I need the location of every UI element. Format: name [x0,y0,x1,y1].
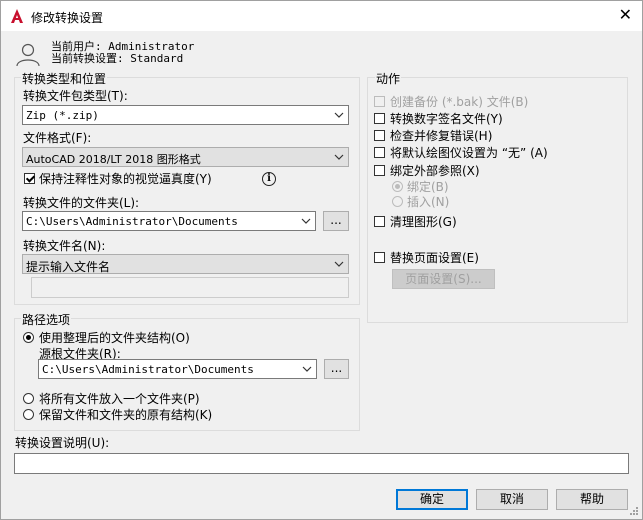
page-setup-button: 页面设置(S)... [392,269,495,289]
file-format-select[interactable]: AutoCAD 2018/LT 2018 图形格式 [22,147,349,167]
folder-value: C:\Users\Administrator\Documents [26,215,238,228]
convert-settings-dialog: 修改转换设置 ✕ 当前用户: Administrator 当前转换设置: Sta… [0,0,643,520]
keep-structure-label[interactable]: 保留文件和文件夹的原有结构(K) [39,406,212,423]
create-backup-checkbox [374,96,385,107]
close-icon[interactable]: ✕ [619,7,632,23]
replace-page-setup-label[interactable]: 替换页面设置(E) [390,249,479,266]
autocad-logo-icon [11,9,23,23]
bind-radio [392,181,403,192]
keep-annotative-checkbox[interactable] [24,173,35,184]
description-label: 转换设置说明(U): [15,436,110,450]
folder-select[interactable]: C:\Users\Administrator\Documents [22,211,316,231]
file-name-input [31,277,349,298]
user-icon [16,43,40,67]
source-root-value: C:\Users\Administrator\Documents [42,363,254,376]
folder-browse-button[interactable]: ... [323,211,349,231]
chevron-down-icon [334,154,344,160]
type-location-group-label: 转换类型和位置 [21,70,108,87]
default-plotter-label[interactable]: 将默认绘图仪设置为 “无” (A) [390,144,548,161]
use-organized-label[interactable]: 使用整理后的文件夹结构(O) [39,329,190,346]
resize-grip-icon[interactable] [627,504,639,516]
default-plotter-checkbox[interactable] [374,147,385,158]
package-type-select[interactable]: Zip (*.zip) [22,105,349,125]
purge-label[interactable]: 清理图形(G) [390,213,457,230]
current-setting-text: 当前转换设置: Standard [51,52,184,65]
single-folder-label[interactable]: 将所有文件放入一个文件夹(P) [39,390,200,407]
digital-signature-label[interactable]: 转换数字签名文件(Y) [390,110,503,127]
description-input[interactable] [14,453,629,474]
package-type-label: 转换文件包类型(T): [23,89,128,103]
chevron-down-icon [334,261,344,267]
replace-page-setup-checkbox[interactable] [374,252,385,263]
audit-label[interactable]: 检查并修复错误(H) [390,127,492,144]
ok-button[interactable]: 确定 [396,489,468,510]
insert-label: 插入(N) [407,195,450,209]
path-options-group-label: 路径选项 [21,311,72,328]
chevron-down-icon [301,218,311,224]
digital-signature-checkbox[interactable] [374,113,385,124]
chevron-down-icon [334,112,344,118]
file-name-value: 提示输入文件名 [26,260,111,274]
chevron-down-icon [302,366,312,372]
file-name-select[interactable]: 提示输入文件名 [22,254,349,274]
package-type-value: Zip (*.zip) [26,109,99,122]
keep-annotative-label[interactable]: 保持注释性对象的视觉逼真度(Y) [39,170,212,187]
source-root-select[interactable]: C:\Users\Administrator\Documents [38,359,317,379]
file-format-label: 文件格式(F): [23,131,92,145]
help-button[interactable]: 帮助 [556,489,628,510]
purge-checkbox[interactable] [374,216,385,227]
title-bar: 修改转换设置 ✕ [1,1,642,31]
keep-structure-radio[interactable] [23,409,34,420]
file-format-value: AutoCAD 2018/LT 2018 图形格式 [26,153,201,166]
source-root-browse-button[interactable]: ... [324,359,349,379]
window-title: 修改转换设置 [31,11,104,25]
insert-radio [392,196,403,207]
cancel-button[interactable]: 取消 [476,489,548,510]
single-folder-radio[interactable] [23,393,34,404]
file-name-label: 转换文件名(N): [23,239,106,253]
bind-xrefs-label[interactable]: 绑定外部参照(X) [390,162,480,179]
info-icon[interactable]: i [262,172,276,186]
use-organized-radio[interactable] [23,332,34,343]
audit-checkbox[interactable] [374,130,385,141]
create-backup-label: 创建备份 (*.bak) 文件(B) [390,95,529,109]
folder-label: 转换文件的文件夹(L): [23,196,140,210]
bind-xrefs-checkbox[interactable] [374,165,385,176]
actions-group-label: 动作 [375,70,402,87]
